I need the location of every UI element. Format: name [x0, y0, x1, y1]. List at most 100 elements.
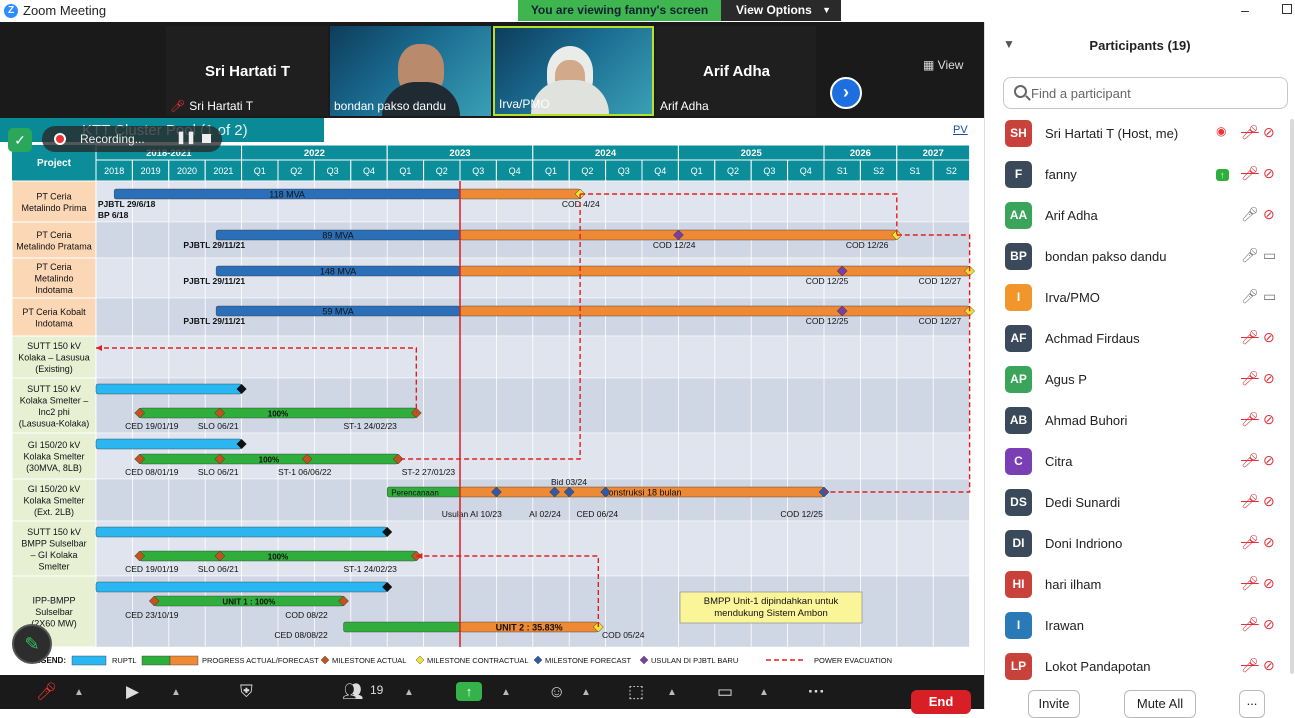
share-caret-icon[interactable]: ▲	[501, 687, 511, 698]
legend-label: MILESTONE FORECAST	[545, 656, 632, 665]
next-page-arrow-icon[interactable]: ›	[830, 77, 862, 109]
video-off-icon[interactable]: ⊘	[1263, 575, 1275, 592]
muted-mic-icon[interactable]: 🎤︎	[1241, 165, 1259, 182]
year-header-label: 2027	[923, 148, 944, 159]
muted-mic-icon[interactable]: 🎤︎	[1241, 124, 1259, 141]
period-tick-label: S2	[873, 166, 884, 176]
audio-options-caret-icon[interactable]: ▲	[74, 687, 84, 698]
participant-row[interactable]: LP Lokot Pandapotan 🎤︎ ⊘	[985, 647, 1295, 688]
milestone-label: PJBTL 29/6/18	[98, 199, 156, 209]
mic-icon[interactable]: 🎤︎	[1241, 288, 1259, 305]
apps-icon[interactable]: ⬚	[628, 682, 644, 702]
scrollbar[interactable]	[1290, 119, 1294, 674]
annotate-pen-icon[interactable]: ✎	[12, 624, 52, 664]
participants-icon[interactable]: 👥︎	[342, 682, 364, 702]
period-tick-label: 2021	[213, 166, 233, 176]
participant-row[interactable]: DS Dedi Sunardi 🎤︎ ⊘	[985, 483, 1295, 524]
video-tile-sri-hartati[interactable]: Sri Hartati T 🎤︎ Sri Hartati T	[166, 26, 328, 116]
search-box[interactable]	[1003, 77, 1288, 109]
participant-name: Irva/PMO	[1045, 290, 1100, 305]
view-options-button[interactable]: View Options ▼	[721, 0, 841, 21]
minimize-icon[interactable]: –	[1238, 2, 1252, 18]
recording-indicator: Recording... ❚❚	[42, 126, 222, 152]
chevron-down-icon: ▼	[822, 5, 831, 15]
video-tile-arif[interactable]: Arif Adha Arif Adha	[656, 26, 816, 116]
milestone-label: COD 12/25	[780, 509, 823, 519]
mute-all-button[interactable]: Mute All	[1124, 690, 1196, 718]
participant-row[interactable]: DI Doni Indriono 🎤︎ ⊘	[985, 524, 1295, 565]
participant-row[interactable]: Ffanny 🎤︎ ⊘ ↑	[985, 155, 1295, 196]
video-off-icon[interactable]: ⊘	[1263, 206, 1275, 223]
more-icon[interactable]: ···	[808, 682, 825, 702]
milestone-label: COD 12/27	[919, 316, 962, 326]
muted-mic-icon[interactable]: 🎤︎	[1241, 616, 1259, 633]
participant-row[interactable]: C Citra 🎤︎ ⊘	[985, 442, 1295, 483]
video-off-icon[interactable]: ▶︎	[126, 682, 139, 702]
video-off-icon[interactable]: ⊘	[1263, 534, 1275, 551]
reactions-caret-icon[interactable]: ▲	[581, 687, 591, 698]
muted-mic-icon[interactable]: 🎤︎	[1241, 452, 1259, 469]
video-off-icon[interactable]: ⊘	[1263, 165, 1275, 182]
reactions-icon[interactable]: ☺	[548, 682, 565, 702]
maximize-icon[interactable]	[1282, 4, 1292, 14]
participant-row[interactable]: I Irawan 🎤︎ ⊘	[985, 606, 1295, 647]
muted-mic-icon[interactable]: 🎤︎	[1241, 657, 1259, 674]
participant-row[interactable]: AF Achmad Firdaus 🎤︎ ⊘	[985, 319, 1295, 360]
pause-recording-icon[interactable]: ❚❚	[176, 130, 196, 144]
muted-mic-icon[interactable]: 🎤︎	[1241, 575, 1259, 592]
legend-swatch-forecast	[169, 655, 199, 666]
participant-row[interactable]: AP Agus P 🎤︎ ⊘	[985, 360, 1295, 401]
whiteboard-icon[interactable]: ▭	[717, 682, 733, 702]
share-screen-icon[interactable]: ↑	[456, 682, 482, 701]
video-tile-irva[interactable]: Irva/PMO	[493, 26, 654, 116]
video-camera-icon[interactable]: ▭	[1263, 288, 1276, 305]
more-options-button[interactable]: ...	[1239, 690, 1265, 718]
end-meeting-button[interactable]: End	[911, 690, 971, 714]
participant-row[interactable]: I Irva/PMO 🎤︎ ▭	[985, 278, 1295, 319]
legend-marker-actual	[320, 655, 330, 665]
video-off-icon[interactable]: ⊘	[1263, 657, 1275, 674]
mute-mic-icon[interactable]: 🎤︎	[36, 682, 58, 702]
milestone-label: PJBTL 29/11/21	[183, 240, 245, 250]
participant-row[interactable]: AB Ahmad Buhori 🎤︎ ⊘	[985, 401, 1295, 442]
video-options-caret-icon[interactable]: ▲	[171, 687, 181, 698]
mic-icon[interactable]: 🎤︎	[1241, 247, 1259, 264]
whiteboard-caret-icon[interactable]: ▲	[759, 687, 769, 698]
gallery-view-button[interactable]: ▦ View	[923, 58, 963, 72]
muted-mic-icon[interactable]: 🎤︎	[1241, 493, 1259, 510]
legend-label: RUPTL	[112, 656, 137, 665]
period-tick-label: Q4	[509, 166, 521, 176]
muted-mic-icon[interactable]: 🎤︎	[1241, 329, 1259, 346]
muted-mic-icon[interactable]: 🎤︎	[1241, 370, 1259, 387]
video-camera-icon[interactable]: ▭	[1263, 247, 1276, 264]
mic-icon[interactable]: 🎤︎	[1241, 206, 1259, 223]
milestone-label: SLO 06/21	[198, 467, 239, 477]
stop-recording-icon[interactable]	[202, 134, 211, 143]
search-input[interactable]	[1031, 83, 1281, 103]
participant-row[interactable]: SH Sri Hartati T (Host, me) 🎤︎ ⊘ ◉	[985, 114, 1295, 155]
participant-name: Irawan	[1045, 618, 1085, 633]
security-shield-icon[interactable]: ✓	[8, 128, 32, 152]
row-label: IPP-BMPP Sulselbar (2X60 MW)	[31, 596, 77, 629]
invite-button[interactable]: Invite	[1028, 690, 1080, 718]
video-off-icon[interactable]: ⊘	[1263, 124, 1275, 141]
search-icon	[1014, 85, 1027, 98]
video-off-icon[interactable]: ⊘	[1263, 411, 1275, 428]
video-off-icon[interactable]: ⊘	[1263, 616, 1275, 633]
video-tile-bondan[interactable]: bondan pakso dandu	[330, 26, 491, 116]
legend-label: USULAN DI PJBTL BARU	[651, 656, 738, 665]
tile-label: Arif Adha	[660, 99, 709, 113]
participant-row[interactable]: BP bondan pakso dandu 🎤︎ ▭	[985, 237, 1295, 278]
participant-row[interactable]: HI hari ilham 🎤︎ ⊘	[985, 565, 1295, 606]
video-off-icon[interactable]: ⊘	[1263, 370, 1275, 387]
apps-caret-icon[interactable]: ▲	[667, 687, 677, 698]
muted-mic-icon[interactable]: 🎤︎	[1241, 411, 1259, 428]
video-off-icon[interactable]: ⊘	[1263, 452, 1275, 469]
participants-caret-icon[interactable]: ▲	[404, 687, 414, 698]
muted-mic-icon[interactable]: 🎤︎	[1241, 534, 1259, 551]
video-off-icon[interactable]: ⊘	[1263, 493, 1275, 510]
video-off-icon[interactable]: ⊘	[1263, 329, 1275, 346]
participant-row[interactable]: AA Arif Adha 🎤︎ ⊘	[985, 196, 1295, 237]
security-icon[interactable]: ⛨	[240, 682, 253, 702]
milestone-label: COD 12/25	[806, 276, 849, 286]
